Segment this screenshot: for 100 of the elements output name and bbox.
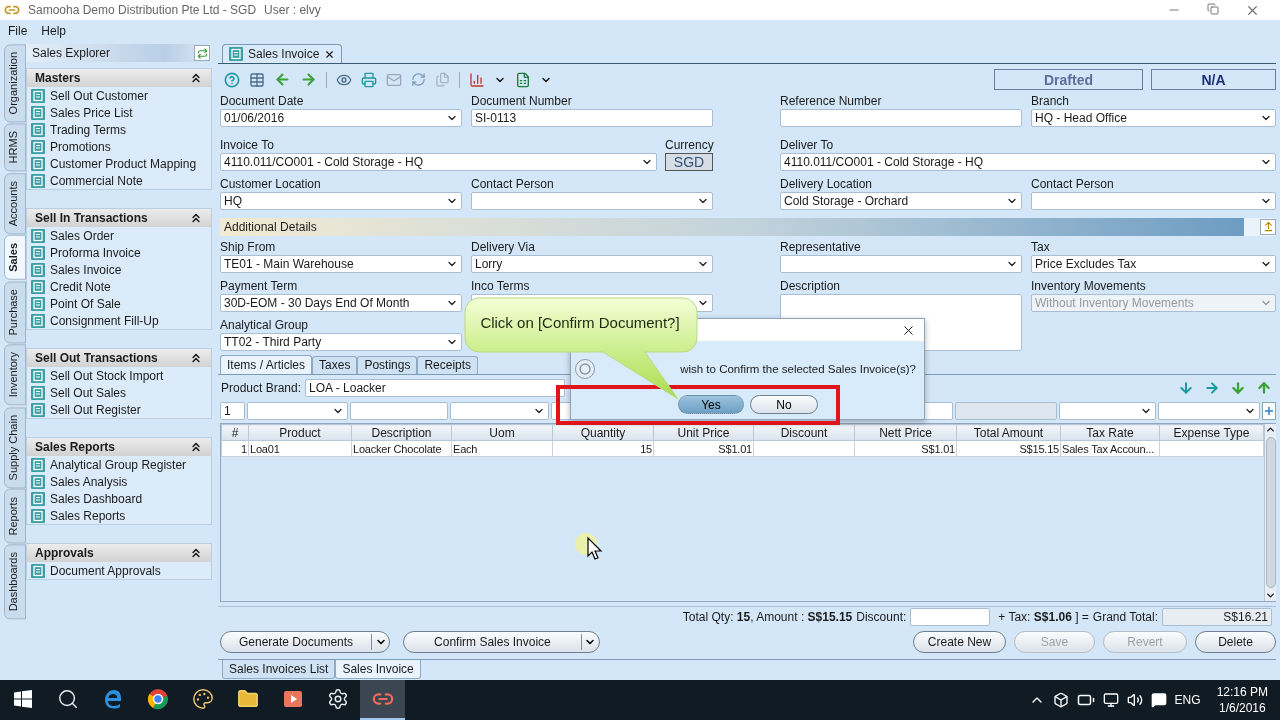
field-label: Contact Person [471, 176, 555, 191]
side-tab[interactable]: Organization [4, 44, 26, 123]
explorer-item[interactable]: Sales Invoice [27, 261, 211, 278]
dialog-button[interactable]: No [750, 395, 818, 414]
side-tab[interactable]: Supply Chain [4, 406, 26, 488]
side-tab[interactable]: Reports [4, 488, 26, 544]
tab[interactable]: Sales Invoices List [222, 660, 336, 680]
item-label: Commercial Note [50, 173, 143, 188]
dropdown-field[interactable]: Price Excludes Tax [1031, 254, 1276, 273]
field-label: Delivery Via [471, 239, 536, 254]
document-tab[interactable]: Sales Invoice [222, 44, 343, 63]
side-tab[interactable]: Sales [4, 235, 26, 280]
item-label: Trading Terms [50, 122, 127, 137]
status-badge: Drafted [994, 69, 1143, 91]
column-header[interactable]: Nett Price [854, 424, 957, 441]
explorer-item[interactable]: Promotions [27, 138, 211, 155]
explorer-item[interactable]: Sell Out Sales [27, 384, 211, 401]
section-title: Additional Details [224, 219, 317, 234]
input-field[interactable]: SI-0113 [471, 108, 713, 127]
dropdown-field[interactable]: 30D-EOM - 30 Days End Of Month [220, 293, 462, 312]
side-tab[interactable]: HRMS [4, 123, 26, 172]
action-button[interactable]: Delete [1195, 631, 1276, 654]
item-label: Sales Analysis [50, 474, 128, 489]
language-indicator[interactable]: ENG [1174, 693, 1201, 707]
group-title: Sell Out Transactions [35, 351, 158, 365]
field-label: Grand Total: [1092, 610, 1158, 625]
field-label: Description [780, 278, 842, 293]
explorer-item[interactable]: Commercial Note [27, 172, 211, 189]
column-header[interactable]: Product [248, 424, 352, 441]
group-title: Approvals [35, 546, 94, 560]
clock-time: 12:16 PM [1216, 684, 1268, 700]
field-label: Customer Location [220, 176, 322, 191]
input-field[interactable]: LOA - Loacker [305, 378, 566, 397]
side-tab[interactable]: Accounts [4, 172, 26, 234]
item-label: Proforma Invoice [50, 245, 141, 260]
explorer-item[interactable]: Proforma Invoice [27, 244, 211, 261]
dropdown-field[interactable]: 4110.011/CO001 - Cold Storage - HQ [780, 152, 1276, 171]
explorer-item[interactable]: Sell Out Register [27, 401, 211, 418]
action-button[interactable]: Create New [913, 631, 1006, 654]
item-label: Sell Out Sales [50, 385, 127, 400]
explorer-item[interactable]: Point Of Sale [27, 295, 211, 312]
item-label: Promotions [50, 139, 111, 154]
menu-item[interactable]: File [8, 24, 28, 38]
column-header[interactable]: Tax Rate [1060, 424, 1160, 441]
column-header[interactable]: # [221, 424, 249, 441]
action-button[interactable]: Generate Documents [221, 632, 372, 653]
dropdown-field[interactable]: TE01 - Main Warehouse [220, 254, 462, 273]
tab[interactable]: Sales Invoice [335, 660, 421, 680]
explorer-item[interactable]: Sell Out Customer [27, 87, 211, 104]
dropdown-field[interactable]: HQ - Head Office [1031, 108, 1276, 127]
field-label: Document Number [471, 93, 573, 108]
explorer-item[interactable]: Customer Product Mapping [27, 155, 211, 172]
explorer-item[interactable]: Analytical Group Register [27, 456, 211, 473]
explorer-item[interactable]: Document Approvals [27, 562, 211, 579]
tab[interactable]: Postings [357, 355, 418, 374]
dropdown-field[interactable]: 01/06/2016 [220, 108, 462, 127]
dropdown-field[interactable]: 4110.011/CO001 - Cold Storage - HQ [220, 152, 657, 171]
item-label: Sell Out Stock Import [50, 368, 164, 383]
field-label: Inco Terms [471, 278, 531, 293]
column-header[interactable]: Uom [451, 424, 553, 441]
item-label: Sales Order [50, 228, 115, 243]
explorer-item[interactable]: Consignment Fill-Up [27, 312, 211, 329]
field-label: Analytical Group [220, 317, 310, 332]
field-label: Contact Person [1031, 176, 1115, 191]
tab[interactable]: Items / Articles [220, 354, 313, 374]
explorer-item[interactable]: Trading Terms [27, 121, 211, 138]
field-label: Product Brand: [221, 380, 302, 395]
explorer-item[interactable]: Credit Note [27, 278, 211, 295]
tab[interactable]: Receipts [417, 355, 479, 374]
dialog-button[interactable]: Yes [678, 395, 744, 414]
item-label: Point Of Sale [50, 296, 121, 311]
action-button[interactable]: Confirm Sales Invoice [404, 632, 581, 653]
column-header[interactable]: Description [351, 424, 452, 441]
explorer-item[interactable]: Sales Reports [27, 507, 211, 524]
menu-item[interactable]: Help [41, 24, 67, 38]
dropdown-field[interactable]: Lorry [471, 254, 713, 273]
explorer-item[interactable]: Sales Dashboard [27, 490, 211, 507]
dropdown-field[interactable]: TT02 - Third Party [220, 332, 462, 351]
tooltip-text: Click on [Confirm Document?] [479, 313, 681, 333]
side-tab[interactable]: Inventory [4, 344, 26, 406]
filter-input[interactable]: 1 [220, 401, 245, 420]
item-label: Customer Product Mapping [50, 156, 197, 171]
column-header[interactable]: Total Amount [956, 424, 1061, 441]
explorer-item[interactable]: Sell Out Stock Import [27, 367, 211, 384]
item-label: Sales Invoice [50, 262, 122, 277]
explorer-item[interactable]: Sales Order [27, 227, 211, 244]
clock[interactable]: 12:16 PM 1/6/2016 [1216, 684, 1268, 716]
item-label: Credit Note [50, 279, 111, 294]
side-tab[interactable]: Purchase [4, 280, 26, 344]
tab[interactable]: Taxes [312, 355, 358, 374]
item-label: Sales Dashboard [50, 491, 143, 506]
explorer-item[interactable]: Sales Analysis [27, 473, 211, 490]
field-label: Discount: [856, 610, 907, 625]
dropdown-field[interactable]: Cold Storage - Orchard [780, 191, 1022, 210]
dropdown-field[interactable]: HQ [220, 191, 462, 210]
field-label: Document Date [220, 93, 305, 108]
side-tab[interactable]: Dashboards [4, 544, 26, 620]
explorer-item[interactable]: Sales Price List [27, 104, 211, 121]
group-title: Sales Reports [35, 440, 116, 454]
column-header[interactable]: Expense Type [1159, 424, 1264, 441]
